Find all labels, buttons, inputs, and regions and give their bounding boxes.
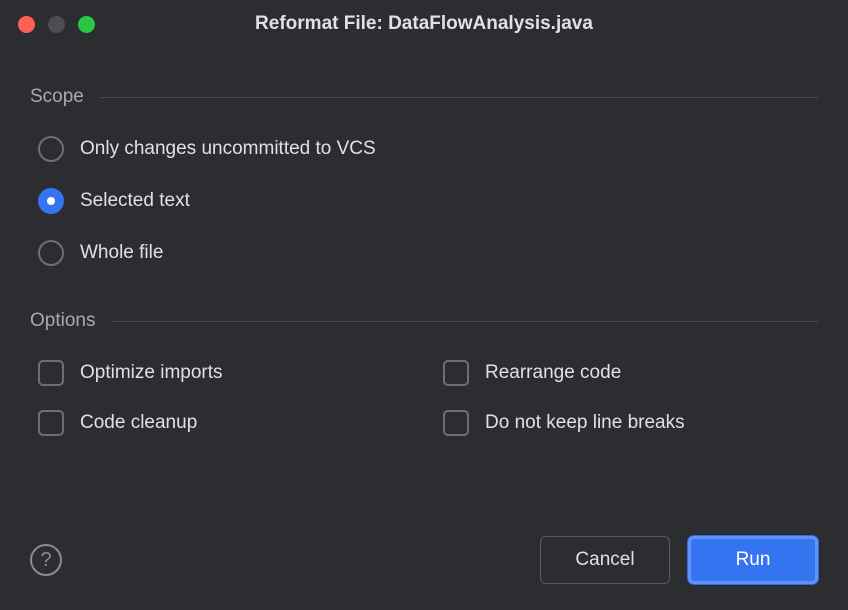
cancel-button[interactable]: Cancel <box>540 536 670 584</box>
options-section: Options Optimize imports Rearrange code … <box>30 310 818 436</box>
help-icon[interactable]: ? <box>30 544 62 576</box>
dialog-content: Scope Only changes uncommitted to VCS Se… <box>0 48 848 466</box>
dialog-title: Reformat File: DataFlowAnalysis.java <box>255 13 593 35</box>
checkbox-icon <box>443 410 469 436</box>
radio-label: Whole file <box>80 242 163 264</box>
radio-icon <box>38 188 64 214</box>
titlebar: Reformat File: DataFlowAnalysis.java <box>0 0 848 48</box>
radio-selected-text[interactable]: Selected text <box>38 188 818 214</box>
checkbox-rearrange-code[interactable]: Rearrange code <box>443 360 818 386</box>
checkbox-label: Optimize imports <box>80 362 223 384</box>
radio-dot-icon <box>47 197 55 205</box>
scope-section: Scope Only changes uncommitted to VCS Se… <box>30 86 818 266</box>
checkbox-label: Rearrange code <box>485 362 621 384</box>
options-grid: Optimize imports Rearrange code Code cle… <box>30 360 818 436</box>
radio-whole-file[interactable]: Whole file <box>38 240 818 266</box>
radio-label: Only changes uncommitted to VCS <box>80 138 376 160</box>
close-window-icon[interactable] <box>18 16 35 33</box>
checkbox-icon <box>38 410 64 436</box>
checkbox-icon <box>38 360 64 386</box>
checkbox-label: Code cleanup <box>80 412 197 434</box>
button-row: Cancel Run <box>540 536 818 584</box>
radio-icon <box>38 136 64 162</box>
options-heading: Options <box>30 310 818 332</box>
checkbox-icon <box>443 360 469 386</box>
scope-heading: Scope <box>30 86 818 108</box>
checkbox-optimize-imports[interactable]: Optimize imports <box>38 360 413 386</box>
run-button[interactable]: Run <box>688 536 818 584</box>
checkbox-no-line-breaks[interactable]: Do not keep line breaks <box>443 410 818 436</box>
minimize-window-icon[interactable] <box>48 16 65 33</box>
radio-icon <box>38 240 64 266</box>
maximize-window-icon[interactable] <box>78 16 95 33</box>
scope-radio-group: Only changes uncommitted to VCS Selected… <box>30 136 818 266</box>
radio-only-changes-vcs[interactable]: Only changes uncommitted to VCS <box>38 136 818 162</box>
checkbox-code-cleanup[interactable]: Code cleanup <box>38 410 413 436</box>
window-controls <box>18 16 95 33</box>
radio-label: Selected text <box>80 190 190 212</box>
checkbox-label: Do not keep line breaks <box>485 412 685 434</box>
dialog-footer: ? Cancel Run <box>30 536 818 584</box>
